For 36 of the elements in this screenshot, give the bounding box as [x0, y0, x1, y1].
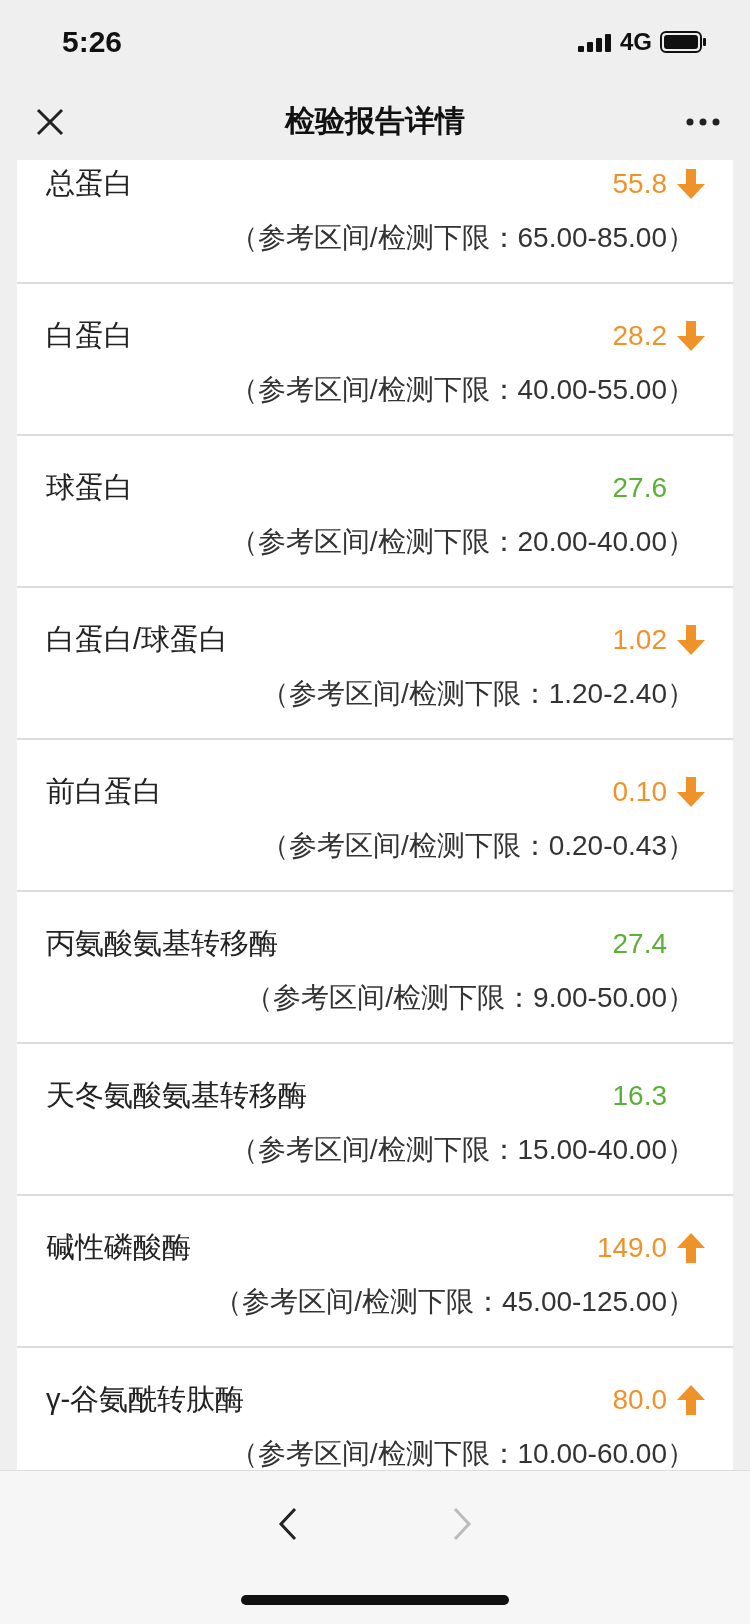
test-value: 0.10	[612, 776, 667, 808]
reference-range: （参考区间/检测下限：1.20-2.40）	[260, 677, 695, 711]
page-title: 检验报告详情	[285, 103, 465, 139]
test-name: 白蛋白	[46, 318, 133, 353]
test-value: 80.0	[612, 1384, 667, 1416]
reference-range: （参考区间/检测下限：9.00-50.00）	[245, 981, 695, 1015]
close-icon[interactable]	[36, 107, 64, 136]
test-name: 总蛋白	[46, 166, 133, 201]
reference-range: （参考区间/检测下限：45.00-125.00）	[214, 1285, 695, 1319]
test-value: 28.2	[612, 320, 667, 352]
test-value: 27.6	[612, 472, 667, 504]
chevron-left-icon	[277, 1507, 299, 1541]
test-name: 天冬氨酸氨基转移酶	[46, 1078, 307, 1113]
test-name: 丙氨酸氨基转移酶	[46, 926, 278, 961]
status-time: 5:26	[62, 24, 123, 59]
test-value: 149.0	[596, 1232, 667, 1264]
test-name: 碱性磷酸酶	[46, 1230, 191, 1265]
test-name: 前白蛋白	[46, 774, 162, 809]
chevron-right-icon	[451, 1507, 473, 1541]
reference-range: （参考区间/检测下限：40.00-55.00）	[229, 373, 695, 407]
test-name: 白蛋白/球蛋白	[46, 622, 229, 657]
more-icon[interactable]	[686, 117, 720, 126]
test-value: 27.4	[612, 928, 667, 960]
test-name: γ-谷氨酰转肽酶	[46, 1382, 245, 1417]
reference-range: （参考区间/检测下限：65.00-85.00）	[229, 221, 695, 255]
network-label: 4G	[620, 27, 652, 56]
test-name: 球蛋白	[46, 470, 133, 505]
test-value: 16.3	[612, 1080, 667, 1112]
test-value: 1.02	[612, 624, 667, 656]
reference-range: （参考区间/检测下限：20.00-40.00）	[229, 525, 695, 559]
reference-range: （参考区间/检测下限：10.00-60.00）	[229, 1437, 695, 1470]
reference-range: （参考区间/检测下限：0.20-0.43）	[260, 829, 695, 863]
test-value: 55.8	[612, 168, 667, 200]
reference-range: （参考区间/检测下限：15.00-40.00）	[229, 1133, 695, 1167]
signal-icon	[578, 31, 612, 52]
battery-icon	[660, 30, 706, 53]
